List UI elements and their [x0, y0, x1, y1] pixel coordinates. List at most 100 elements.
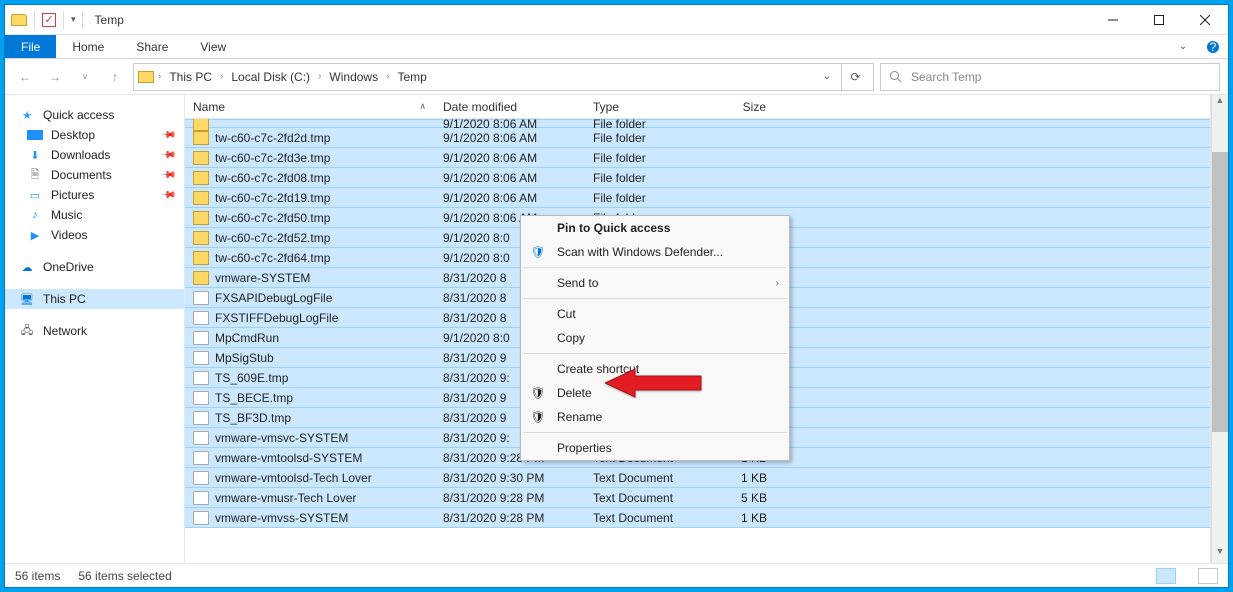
- sidebar-item-music[interactable]: ♪Music: [5, 205, 184, 225]
- image-icon: ▭: [27, 188, 43, 202]
- file-icon: [193, 451, 209, 465]
- folder-icon: [193, 191, 209, 205]
- expand-ribbon-icon[interactable]: ⌄: [1168, 35, 1198, 58]
- recent-locations-icon[interactable]: ˅: [73, 65, 97, 89]
- table-row[interactable]: vmware-vmtoolsd-Tech Lover8/31/2020 9:30…: [185, 467, 1210, 488]
- column-name[interactable]: Name∧: [185, 100, 435, 114]
- table-row[interactable]: vmware-vmusr-Tech Lover8/31/2020 9:28 PM…: [185, 487, 1210, 508]
- scroll-up-icon[interactable]: ▲: [1212, 95, 1228, 112]
- folder-icon: [138, 71, 154, 83]
- sidebar-item-videos[interactable]: ▶Videos: [5, 225, 184, 245]
- tab-view[interactable]: View: [184, 35, 242, 58]
- sidebar-item-network[interactable]: 🖧Network: [5, 321, 184, 341]
- large-icons-view-button[interactable]: [1198, 568, 1218, 584]
- up-button[interactable]: ↑: [103, 65, 127, 89]
- address-dropdown-icon[interactable]: ⌄: [817, 71, 837, 82]
- table-row[interactable]: tw-c60-c7c-2fd3e.tmp9/1/2020 8:06 AMFile…: [185, 147, 1210, 168]
- file-type: File folder: [585, 131, 705, 145]
- search-placeholder: Search Temp: [911, 70, 981, 84]
- sidebar-item-this-pc[interactable]: 🖥This PC: [5, 289, 184, 309]
- file-icon: [193, 411, 209, 425]
- breadcrumb[interactable]: Local Disk (C:): [227, 70, 314, 84]
- title-bar: ✓ ▾ Temp: [5, 5, 1228, 35]
- download-icon: ⬇: [27, 148, 43, 162]
- file-icon: [193, 431, 209, 445]
- table-row[interactable]: tw-c60-c7c-2fd19.tmp9/1/2020 8:06 AMFile…: [185, 187, 1210, 208]
- file-icon: [193, 391, 209, 405]
- search-input[interactable]: Search Temp: [880, 63, 1220, 91]
- file-name: MpSigStub: [215, 351, 274, 365]
- file-type: Text Document: [585, 491, 705, 505]
- search-icon: [889, 70, 903, 84]
- file-size: 1 KB: [705, 511, 775, 525]
- details-view-button[interactable]: [1156, 568, 1176, 584]
- vertical-scrollbar[interactable]: ▲ ▼: [1211, 95, 1228, 563]
- sidebar-item-quick-access[interactable]: ★Quick access: [5, 105, 184, 125]
- file-icon: [193, 331, 209, 345]
- tab-home[interactable]: Home: [56, 35, 120, 58]
- scroll-thumb[interactable]: [1212, 152, 1228, 432]
- help-icon[interactable]: ?: [1198, 35, 1228, 58]
- file-name: vmware-SYSTEM: [215, 271, 310, 285]
- table-row[interactable]: tw-c60-c7c-2fd2d.tmp9/1/2020 8:06 AMFile…: [185, 127, 1210, 148]
- folder-icon: [193, 151, 209, 165]
- sidebar-item-desktop[interactable]: Desktop📌: [5, 125, 184, 145]
- file-name: tw-c60-c7c-2fd19.tmp: [215, 191, 330, 205]
- address-bar[interactable]: › This PC › Local Disk (C:) › Windows › …: [133, 63, 874, 91]
- column-date[interactable]: Date modified: [435, 100, 585, 114]
- document-icon: 🗎: [27, 168, 43, 182]
- file-icon: [193, 311, 209, 325]
- shield-icon: 🛡: [529, 410, 547, 424]
- maximize-button[interactable]: [1136, 5, 1182, 35]
- sidebar-item-pictures[interactable]: ▭Pictures📌: [5, 185, 184, 205]
- folder-icon: [193, 231, 209, 245]
- back-button[interactable]: ←: [13, 65, 37, 89]
- file-name: FXSAPIDebugLogFile: [215, 291, 332, 305]
- forward-button[interactable]: →: [43, 65, 67, 89]
- ctx-defender[interactable]: 🛡Scan with Windows Defender...: [521, 240, 789, 264]
- sidebar-item-onedrive[interactable]: ☁OneDrive: [5, 257, 184, 277]
- status-bar: 56 items 56 items selected: [5, 563, 1228, 587]
- qat-tick-icon[interactable]: ✓: [42, 13, 56, 27]
- close-button[interactable]: [1182, 5, 1228, 35]
- sort-arrow-icon: ∧: [419, 101, 426, 112]
- network-icon: 🖧: [19, 324, 35, 338]
- ctx-pin-quick-access[interactable]: Pin to Quick access: [521, 216, 789, 240]
- tab-share[interactable]: Share: [120, 35, 184, 58]
- table-row[interactable]: tw-c60-c7c-2fd08.tmp9/1/2020 8:06 AMFile…: [185, 167, 1210, 188]
- column-size[interactable]: Size: [705, 100, 775, 114]
- annotation-arrow: [605, 366, 705, 403]
- sidebar-item-downloads[interactable]: ⬇Downloads📌: [5, 145, 184, 165]
- folder-icon: [193, 131, 209, 145]
- pc-icon: 🖥: [19, 292, 35, 306]
- sidebar-item-documents[interactable]: 🗎Documents📌: [5, 165, 184, 185]
- file-date: 8/31/2020 9:28 PM: [435, 511, 585, 525]
- file-type: File folder: [585, 191, 705, 205]
- column-headers: Name∧ Date modified Type Size: [185, 95, 1210, 119]
- file-tab[interactable]: File: [5, 35, 56, 58]
- file-name: tw-c60-c7c-2fd64.tmp: [215, 251, 330, 265]
- breadcrumb[interactable]: Windows: [325, 70, 382, 84]
- ctx-properties[interactable]: Properties: [521, 436, 789, 460]
- ctx-rename[interactable]: 🛡Rename: [521, 405, 789, 429]
- ctx-copy[interactable]: Copy: [521, 326, 789, 350]
- file-icon: [193, 351, 209, 365]
- folder-icon: [193, 211, 209, 225]
- breadcrumb[interactable]: Temp: [393, 70, 430, 84]
- file-icon: [193, 471, 209, 485]
- scroll-down-icon[interactable]: ▼: [1212, 546, 1228, 563]
- breadcrumb[interactable]: This PC: [165, 70, 216, 84]
- file-date: 9/1/2020 8:06 AM: [435, 171, 585, 185]
- file-icon: [193, 291, 209, 305]
- table-row[interactable]: vmware-vmvss-SYSTEM8/31/2020 9:28 PMText…: [185, 507, 1210, 528]
- ribbon: File Home Share View ⌄ ?: [5, 35, 1228, 59]
- minimize-button[interactable]: [1090, 5, 1136, 35]
- ctx-send-to[interactable]: Send to›: [521, 271, 789, 295]
- file-name: tw-c60-c7c-2fd52.tmp: [215, 231, 330, 245]
- refresh-button[interactable]: ⟳: [841, 64, 869, 90]
- qat-dropdown-icon[interactable]: ▾: [71, 14, 76, 25]
- ctx-cut[interactable]: Cut: [521, 302, 789, 326]
- column-type[interactable]: Type: [585, 100, 705, 114]
- pin-icon: 📌: [159, 147, 176, 164]
- file-date: 9/1/2020 8:06 AM: [435, 131, 585, 145]
